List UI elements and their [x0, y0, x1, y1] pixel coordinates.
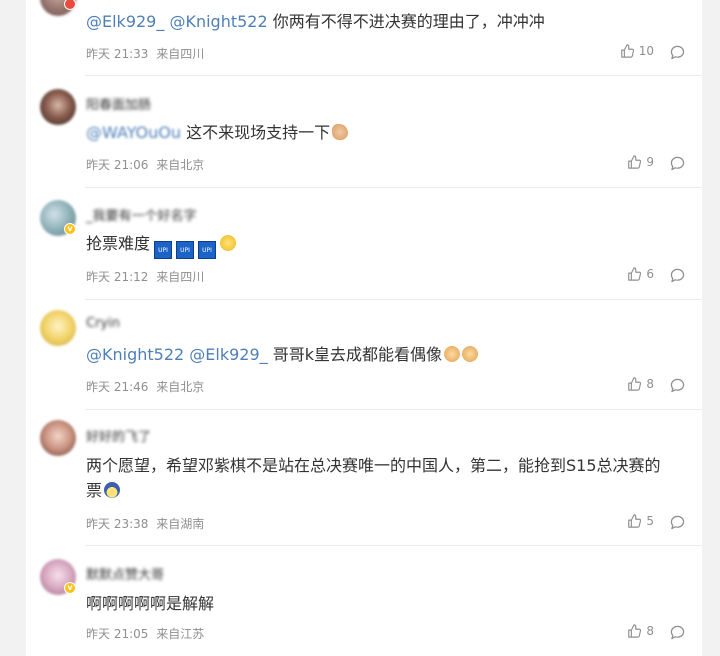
username[interactable]: 好好的飞了: [86, 426, 151, 445]
thumbs-up-icon: [620, 44, 634, 58]
like-count: 5: [646, 514, 654, 528]
dog-emoji-icon: [462, 346, 479, 362]
thumbs-up-icon: [628, 514, 642, 528]
comment-meta: 昨天 21:46 来自北京: [86, 378, 204, 395]
mention-link[interactable]: @WAYOuOu: [86, 123, 181, 142]
thumbs-up-icon: [628, 377, 642, 391]
mention-link[interactable]: @Elk929_: [86, 12, 164, 31]
comment-meta: 昨天 21:05 来自江苏: [86, 625, 204, 642]
avatar[interactable]: [40, 310, 76, 346]
mention-link[interactable]: @Knight522: [86, 345, 184, 364]
dog-emoji-icon: [444, 346, 461, 362]
like-button[interactable]: 8: [627, 377, 654, 391]
comment-item: v _我要有一个好名字 抢票难度 UPI UPI UPI 昨天 21:12 来自四川 …: [26, 188, 702, 300]
thumbs-up-icon: [628, 267, 642, 281]
upi-emoji-icon: UPI: [154, 241, 173, 259]
comment-text: @Elk929_ @Knight522 你两有不得不进决赛的理由了，冲冲冲: [86, 9, 676, 34]
comment-item: v 默默点赞大哥 啊啊啊啊啊是解解 昨天 21:05 来自江苏 8: [26, 546, 702, 656]
comment-location: 来自北京: [156, 380, 205, 394]
like-count: 8: [646, 377, 654, 391]
comment-text: @WAYOuOu 这不来现场支持一下: [86, 120, 676, 145]
username[interactable]: 默默点赞大哥: [86, 564, 164, 583]
avatar[interactable]: [40, 420, 76, 456]
comment-bubble-icon[interactable]: [670, 156, 685, 171]
hand-emoji-icon: [332, 124, 349, 140]
verified-badge-icon: v: [64, 582, 76, 594]
red-badge-icon: [64, 0, 76, 10]
comment-body: 哥哥k皇去成都能看偶像: [272, 345, 443, 364]
comment-time: 昨天 21:06: [86, 158, 149, 172]
mention-link[interactable]: @Elk929_: [189, 345, 267, 364]
comment-text: 抢票难度 UPI UPI UPI: [86, 231, 676, 259]
comment-time: 昨天 21:46: [86, 380, 149, 394]
comment-location: 来自北京: [156, 158, 205, 172]
comment-meta: 昨天 23:38 来自湖南: [86, 515, 204, 532]
comment-bubble-icon[interactable]: [670, 378, 685, 393]
comment-bubble-icon[interactable]: [670, 268, 685, 283]
police-emoji-icon: [104, 482, 121, 498]
thumbs-up-icon: [628, 155, 642, 169]
comment-item: Cryin @Knight522 @Elk929_ 哥哥k皇去成都能看偶像 昨天…: [26, 300, 702, 410]
comment-location: 来自江苏: [156, 627, 205, 641]
like-button[interactable]: 10: [620, 44, 654, 58]
comment-location: 来自四川: [156, 270, 205, 284]
like-count: 6: [646, 267, 654, 281]
verified-badge-icon: v: [64, 223, 76, 235]
comment-text: 啊啊啊啊啊是解解: [86, 591, 676, 616]
like-button[interactable]: 9: [627, 155, 654, 169]
comment-item: 好好的飞了 两个愿望，希望邓紫棋不是站在总决赛唯一的中国人，第二，能抢到S15总…: [26, 410, 702, 546]
like-button[interactable]: 5: [627, 514, 654, 528]
like-count: 10: [638, 44, 654, 58]
comment-time: 昨天 21:12: [86, 270, 149, 284]
comment-time: 昨天 23:38: [86, 517, 149, 531]
username[interactable]: Cryin: [86, 316, 120, 331]
comment-time: 昨天 21:33: [86, 47, 149, 61]
comment-meta: 昨天 21:33 来自四川: [86, 45, 204, 62]
comment-text: @Knight522 @Elk929_ 哥哥k皇去成都能看偶像: [86, 342, 676, 367]
comment-item: @Elk929_ @Knight522 你两有不得不进决赛的理由了，冲冲冲 昨天…: [26, 0, 702, 76]
thumbs-up-icon: [628, 624, 642, 638]
like-count: 8: [646, 624, 654, 638]
comment-body: 啊啊啊啊啊是解解: [86, 594, 215, 613]
grimace-emoji-icon: [220, 235, 237, 251]
comment-text: 两个愿望，希望邓紫棋不是站在总决赛唯一的中国人，第二，能抢到S15总决赛的票: [86, 453, 676, 503]
like-button[interactable]: 8: [627, 624, 654, 638]
avatar[interactable]: [40, 89, 76, 125]
upi-emoji-icon: UPI: [198, 241, 217, 259]
comment-bubble-icon[interactable]: [670, 625, 685, 640]
comment-location: 来自湖南: [156, 517, 205, 531]
comment-bubble-icon[interactable]: [670, 45, 685, 60]
comment-body: 这不来现场支持一下: [186, 123, 331, 142]
comment-meta: 昨天 21:06 来自北京: [86, 156, 204, 173]
username[interactable]: _我要有一个好名字: [86, 205, 197, 224]
username[interactable]: 阳春面加肠: [86, 94, 151, 113]
upi-emoji-icon: UPI: [176, 241, 195, 259]
like-count: 9: [646, 155, 654, 169]
comment-location: 来自四川: [156, 47, 205, 61]
comment-body: 你两有不得不进决赛的理由了，冲冲冲: [272, 12, 545, 31]
comment-meta: 昨天 21:12 来自四川: [86, 268, 204, 285]
mention-link[interactable]: @Knight522: [169, 12, 267, 31]
like-button[interactable]: 6: [627, 267, 654, 281]
comment-item: 阳春面加肠 @WAYOuOu 这不来现场支持一下 昨天 21:06 来自北京 9: [26, 76, 702, 188]
comment-body: 两个愿望，希望邓紫棋不是站在总决赛唯一的中国人，第二，能抢到S15总决赛的票: [86, 456, 661, 500]
comment-list: @Elk929_ @Knight522 你两有不得不进决赛的理由了，冲冲冲 昨天…: [26, 0, 702, 656]
comment-body: 抢票难度: [86, 234, 151, 253]
comment-time: 昨天 21:05: [86, 627, 149, 641]
comment-bubble-icon[interactable]: [670, 515, 685, 530]
